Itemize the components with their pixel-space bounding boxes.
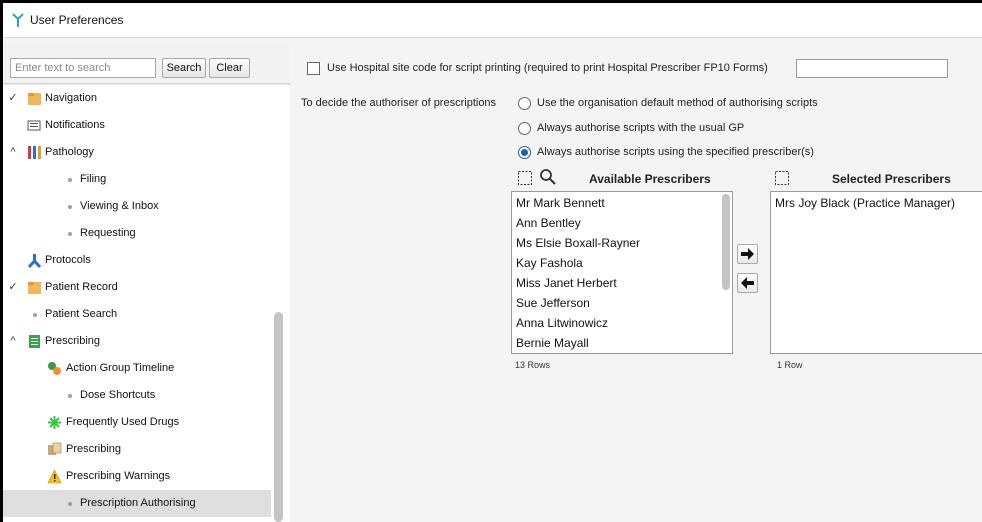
notification-icon bbox=[27, 120, 41, 131]
tree-item-pathology[interactable]: ^ Pathology bbox=[3, 139, 271, 166]
list-scrollbar[interactable] bbox=[722, 194, 730, 290]
search-icon[interactable] bbox=[539, 168, 557, 186]
available-prescribers-list: Mr Mark Bennett Ann Bentley Ms Elsie Box… bbox=[511, 191, 733, 354]
radio-organisation-default[interactable] bbox=[518, 97, 531, 110]
tree-item-prescribing[interactable]: Prescribing bbox=[3, 436, 271, 463]
tree-item-frequently-used-drugs[interactable]: Frequently Used Drugs bbox=[3, 409, 271, 436]
tree-item-label: Frequently Used Drugs bbox=[66, 416, 180, 428]
star-burst-icon bbox=[48, 416, 61, 429]
folder-icon bbox=[28, 282, 41, 294]
tree-item-patient-record[interactable]: ✓ Patient Record bbox=[3, 274, 271, 301]
bullet-icon bbox=[33, 313, 37, 317]
chevron-up-icon[interactable]: ^ bbox=[7, 328, 19, 355]
tree-item-label: Prescribing bbox=[66, 443, 122, 455]
site-code-label: Use Hospital site code for script printi… bbox=[327, 62, 768, 74]
tree-item-label: Prescribing Warnings bbox=[66, 470, 171, 482]
tree-item-label: Patient Record bbox=[45, 281, 118, 293]
tree-item-prescribing-warnings[interactable]: Prescribing Warnings bbox=[3, 463, 271, 490]
radio-usual-gp[interactable] bbox=[518, 122, 531, 135]
bullet-icon bbox=[68, 205, 72, 209]
clear-button[interactable]: Clear bbox=[209, 58, 250, 78]
tree-item-patient-search[interactable]: Patient Search bbox=[3, 301, 271, 328]
search-button[interactable]: Search bbox=[162, 58, 206, 78]
option-usual-gp-label: Always authorise scripts with the usual … bbox=[537, 122, 745, 134]
site-code-field[interactable] bbox=[796, 59, 948, 78]
select-all-icon[interactable] bbox=[516, 169, 534, 187]
available-row-count: 13 Rows bbox=[515, 360, 551, 370]
tree-item-label: Navigation bbox=[45, 92, 97, 104]
list-item[interactable]: Mrs Joy Black (Practice Manager) bbox=[775, 196, 955, 210]
tree-item-label: Action Group Timeline bbox=[66, 362, 175, 374]
tree-item-dose-shortcuts[interactable]: Dose Shortcuts bbox=[3, 382, 271, 409]
tree-item-navigation[interactable]: ✓ Navigation bbox=[3, 85, 271, 112]
authoriser-label: To decide the authoriser of prescription… bbox=[301, 97, 497, 109]
warning-icon bbox=[47, 469, 62, 484]
chevron-down-icon[interactable]: ✓ bbox=[7, 274, 19, 301]
bullet-icon bbox=[68, 232, 72, 236]
chevron-up-icon[interactable]: ^ bbox=[7, 139, 19, 166]
prescribing-group-icon bbox=[29, 335, 40, 348]
arrow-right-icon bbox=[741, 248, 754, 260]
bullet-icon bbox=[68, 394, 72, 398]
remove-prescriber-button[interactable] bbox=[737, 273, 758, 293]
tree-item-label: Viewing & Inbox bbox=[80, 200, 159, 212]
title-bar: User Preferences bbox=[3, 3, 982, 38]
list-item[interactable]: Kay Fashola bbox=[516, 256, 583, 270]
tree-item-prescription-authorising[interactable]: Prescription Authorising bbox=[3, 490, 271, 517]
selected-row-count: 1 Row bbox=[777, 360, 803, 370]
search-input[interactable] bbox=[10, 58, 156, 78]
select-all-selected-icon[interactable] bbox=[773, 169, 791, 187]
list-item[interactable]: Ann Bentley bbox=[516, 216, 581, 230]
window-title: User Preferences bbox=[30, 13, 124, 27]
tree-item-requesting[interactable]: Requesting bbox=[3, 220, 271, 247]
tree-item-label: Requesting bbox=[80, 227, 136, 239]
tree-item-label: Prescribing bbox=[45, 335, 101, 347]
tree-item-notifications[interactable]: Notifications bbox=[3, 112, 271, 139]
tree-item-action-group-timeline[interactable]: Action Group Timeline bbox=[3, 355, 271, 382]
list-item[interactable]: Ms Elsie Boxall-Rayner bbox=[516, 236, 640, 250]
add-prescriber-button[interactable] bbox=[737, 244, 758, 264]
search-bar: Search Clear bbox=[3, 44, 290, 84]
tree-item-viewing-inbox[interactable]: Viewing & Inbox bbox=[3, 193, 271, 220]
folder-icon bbox=[28, 93, 41, 105]
available-prescribers-header: Available Prescribers bbox=[589, 172, 711, 186]
list-item[interactable]: Bernie Mayall bbox=[516, 336, 589, 350]
tree-item-filing[interactable]: Filing bbox=[3, 166, 271, 193]
preferences-tree: ✓ Navigation Notifications ^ Pathology F… bbox=[3, 85, 290, 522]
protocols-icon bbox=[27, 254, 42, 268]
preferences-content: Use Hospital site code for script printi… bbox=[291, 44, 982, 522]
option-specified-prescribers-label: Always authorise scripts using the speci… bbox=[537, 146, 814, 158]
action-group-icon bbox=[48, 362, 61, 375]
chevron-down-icon[interactable]: ✓ bbox=[7, 85, 19, 112]
radio-specified-prescribers[interactable] bbox=[518, 146, 531, 159]
tree-item-protocols[interactable]: Protocols bbox=[3, 247, 271, 274]
option-organisation-default-label: Use the organisation default method of a… bbox=[537, 97, 818, 109]
tree-item-label: Pathology bbox=[45, 146, 94, 158]
user-preferences-window: User Preferences Search Clear ✓ Navigati… bbox=[3, 3, 982, 522]
app-logo-icon bbox=[12, 13, 24, 27]
tree-item-label: Filing bbox=[80, 173, 107, 185]
navigation-panel: Search Clear ✓ Navigation Notifications … bbox=[3, 44, 290, 522]
site-code-checkbox[interactable] bbox=[307, 62, 320, 75]
list-item[interactable]: Sue Jefferson bbox=[516, 296, 590, 310]
selected-prescribers-list: Mrs Joy Black (Practice Manager) bbox=[770, 191, 982, 354]
tree-item-label: Prescription Authorising bbox=[80, 497, 196, 509]
tree-scrollbar[interactable] bbox=[274, 312, 283, 522]
tree-item-label: Notifications bbox=[45, 119, 105, 131]
list-item[interactable]: Miss Janet Herbert bbox=[516, 276, 617, 290]
tree-item-label: Dose Shortcuts bbox=[80, 389, 156, 401]
tree-item-label: Protocols bbox=[45, 254, 91, 266]
list-item[interactable]: Anna Litwinowicz bbox=[516, 316, 608, 330]
prescribing-icon bbox=[48, 442, 62, 455]
bullet-icon bbox=[68, 502, 72, 506]
tree-item-prescribing-group[interactable]: ^ Prescribing bbox=[3, 328, 271, 355]
list-item[interactable]: Mr Mark Bennett bbox=[516, 196, 605, 210]
selected-prescribers-header: Selected Prescribers bbox=[832, 172, 951, 186]
test-tubes-icon bbox=[28, 146, 41, 159]
tree-item-label: Patient Search bbox=[45, 308, 118, 320]
arrow-left-icon bbox=[741, 277, 754, 289]
bullet-icon bbox=[68, 178, 72, 182]
